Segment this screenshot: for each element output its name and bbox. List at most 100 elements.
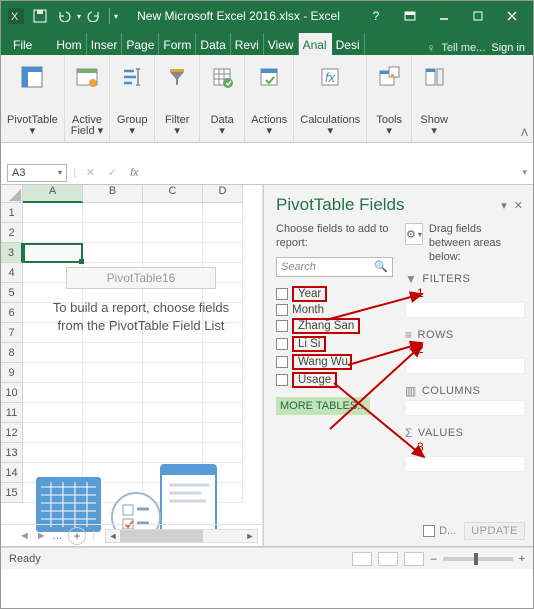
horizontal-scrollbar[interactable]: ◄► xyxy=(105,529,258,543)
cancel-formula-icon[interactable]: ✕ xyxy=(82,166,98,179)
row-header[interactable]: 13 xyxy=(1,443,23,463)
tab-design[interactable]: Desi xyxy=(332,33,365,55)
ribbon-show[interactable]: Show ▾ xyxy=(412,55,456,142)
field-search-input[interactable]: Search🔍 xyxy=(276,257,393,277)
name-box[interactable]: A3▾ xyxy=(7,164,67,182)
view-normal-icon[interactable] xyxy=(352,552,372,566)
area-label: FILTERS xyxy=(422,273,470,285)
tab-next-icon[interactable]: ► xyxy=(36,530,47,542)
sign-in[interactable]: Sign in xyxy=(491,42,525,54)
redo-icon[interactable] xyxy=(83,5,105,27)
field-item[interactable]: Month xyxy=(276,303,393,317)
tell-me[interactable]: Tell me... xyxy=(441,42,485,54)
more-tables-link[interactable]: MORE TABLES... xyxy=(276,397,370,415)
view-pagebreak-icon[interactable] xyxy=(404,552,424,566)
minimize-button[interactable] xyxy=(427,6,461,26)
ribbon-filter[interactable]: Filter ▾ xyxy=(155,55,200,142)
area-columns[interactable]: ▥COLUMNS xyxy=(405,384,525,416)
ribbon-calculations[interactable]: fxCalculations ▾ xyxy=(294,55,367,142)
update-button[interactable]: UPDATE xyxy=(464,522,525,540)
area-filters[interactable]: ▼FILTERS 1 xyxy=(405,272,525,318)
filter-icon: ▼ xyxy=(405,272,417,286)
ribbon-pivottable[interactable]: PivotTable ▾ xyxy=(1,55,65,142)
zoom-out-icon[interactable]: – xyxy=(430,553,436,565)
fx-icon[interactable]: fx xyxy=(126,167,142,179)
col-header-c[interactable]: C xyxy=(143,185,203,203)
row-header[interactable]: 4 xyxy=(1,263,23,283)
field-label: Wang Wu xyxy=(292,354,352,370)
field-item[interactable]: Zhang San xyxy=(276,317,393,335)
row-header[interactable]: 2 xyxy=(1,223,23,243)
close-button[interactable] xyxy=(495,6,529,26)
field-label: Li Si xyxy=(292,336,326,352)
maximize-button[interactable] xyxy=(461,6,495,26)
ribbon-tabs: File Hom Inser Page Form Data Revi View … xyxy=(1,31,533,55)
tab-review[interactable]: Revi xyxy=(231,33,264,55)
field-pane-options[interactable]: ⚙▾ xyxy=(405,223,423,245)
field-item[interactable]: Wang Wu xyxy=(276,353,393,371)
col-header-b[interactable]: B xyxy=(83,185,143,203)
checkbox[interactable] xyxy=(276,374,288,386)
collapse-ribbon-icon[interactable]: ᐱ xyxy=(521,128,528,139)
row-header[interactable]: 9 xyxy=(1,363,23,383)
tab-insert[interactable]: Inser xyxy=(87,33,123,55)
pane-dropdown-icon[interactable]: ▾ xyxy=(501,200,509,212)
row-header[interactable]: 5 xyxy=(1,283,23,303)
row-header[interactable]: 15 xyxy=(1,483,23,503)
ribbon-group[interactable]: Group ▾ xyxy=(110,55,155,142)
zoom-in-icon[interactable]: + xyxy=(519,553,525,565)
row-header[interactable]: 3 xyxy=(1,243,23,263)
formula-input[interactable] xyxy=(148,164,516,182)
row-header[interactable]: 12 xyxy=(1,423,23,443)
help-icon[interactable]: ? xyxy=(359,6,393,26)
gear-icon: ⚙ xyxy=(406,228,416,241)
select-all-triangle[interactable] xyxy=(1,185,23,203)
field-label: Year xyxy=(292,286,327,302)
ribbon-tools[interactable]: Tools ▾ xyxy=(367,55,412,142)
col-header-d[interactable]: D xyxy=(203,185,243,203)
row-header[interactable]: 11 xyxy=(1,403,23,423)
tab-prev-icon[interactable]: ◄ xyxy=(19,530,30,542)
row-header[interactable]: 14 xyxy=(1,463,23,483)
field-item[interactable]: Usage xyxy=(276,371,393,389)
sheet-ellipsis[interactable]: ... xyxy=(53,530,62,542)
defer-layout-checkbox[interactable]: D... xyxy=(423,525,456,537)
row-header[interactable]: 10 xyxy=(1,383,23,403)
enter-formula-icon[interactable]: ✓ xyxy=(104,166,120,179)
area-values[interactable]: ΣVALUES 3 xyxy=(405,426,525,472)
area-rows[interactable]: ≡ROWS 2 xyxy=(405,328,525,374)
field-item[interactable]: Year xyxy=(276,285,393,303)
tab-home[interactable]: Hom xyxy=(52,33,86,55)
worksheet[interactable]: A B C D 1 2 3 4 5 6 7 8 9 10 11 12 13 14… xyxy=(1,185,263,546)
pane-close-icon[interactable]: ✕ xyxy=(514,200,525,212)
checkbox[interactable] xyxy=(276,338,288,350)
save-icon[interactable] xyxy=(29,5,51,27)
active-cell[interactable] xyxy=(23,243,83,263)
ribbon-actions[interactable]: Actions ▾ xyxy=(245,55,294,142)
col-header-a[interactable]: A xyxy=(23,185,83,203)
checkbox[interactable] xyxy=(276,356,288,368)
checkbox[interactable] xyxy=(276,320,288,332)
ribbon-active-field[interactable]: Active Field ▾ xyxy=(65,55,110,142)
field-item[interactable]: Li Si xyxy=(276,335,393,353)
tab-view[interactable]: View xyxy=(264,33,299,55)
tab-pagelayout[interactable]: Page xyxy=(122,33,159,55)
row-header[interactable]: 6 xyxy=(1,303,23,323)
tab-data[interactable]: Data xyxy=(196,33,230,55)
values-icon: Σ xyxy=(405,426,413,440)
checkbox[interactable] xyxy=(276,304,288,316)
ribbon-display-icon[interactable] xyxy=(393,6,427,26)
zoom-slider[interactable] xyxy=(443,557,513,561)
tab-formulas[interactable]: Form xyxy=(159,33,196,55)
row-header[interactable]: 1 xyxy=(1,203,23,223)
search-icon: 🔍 xyxy=(374,260,388,273)
tab-file[interactable]: File xyxy=(3,35,42,55)
checkbox[interactable] xyxy=(276,288,288,300)
tab-analyze[interactable]: Anal xyxy=(299,33,332,55)
row-header[interactable]: 7 xyxy=(1,323,23,343)
undo-icon[interactable] xyxy=(53,5,75,27)
row-header[interactable]: 8 xyxy=(1,343,23,363)
ribbon-data[interactable]: Data ▾ xyxy=(200,55,245,142)
add-sheet-button[interactable]: + xyxy=(68,527,86,545)
view-pagelayout-icon[interactable] xyxy=(378,552,398,566)
